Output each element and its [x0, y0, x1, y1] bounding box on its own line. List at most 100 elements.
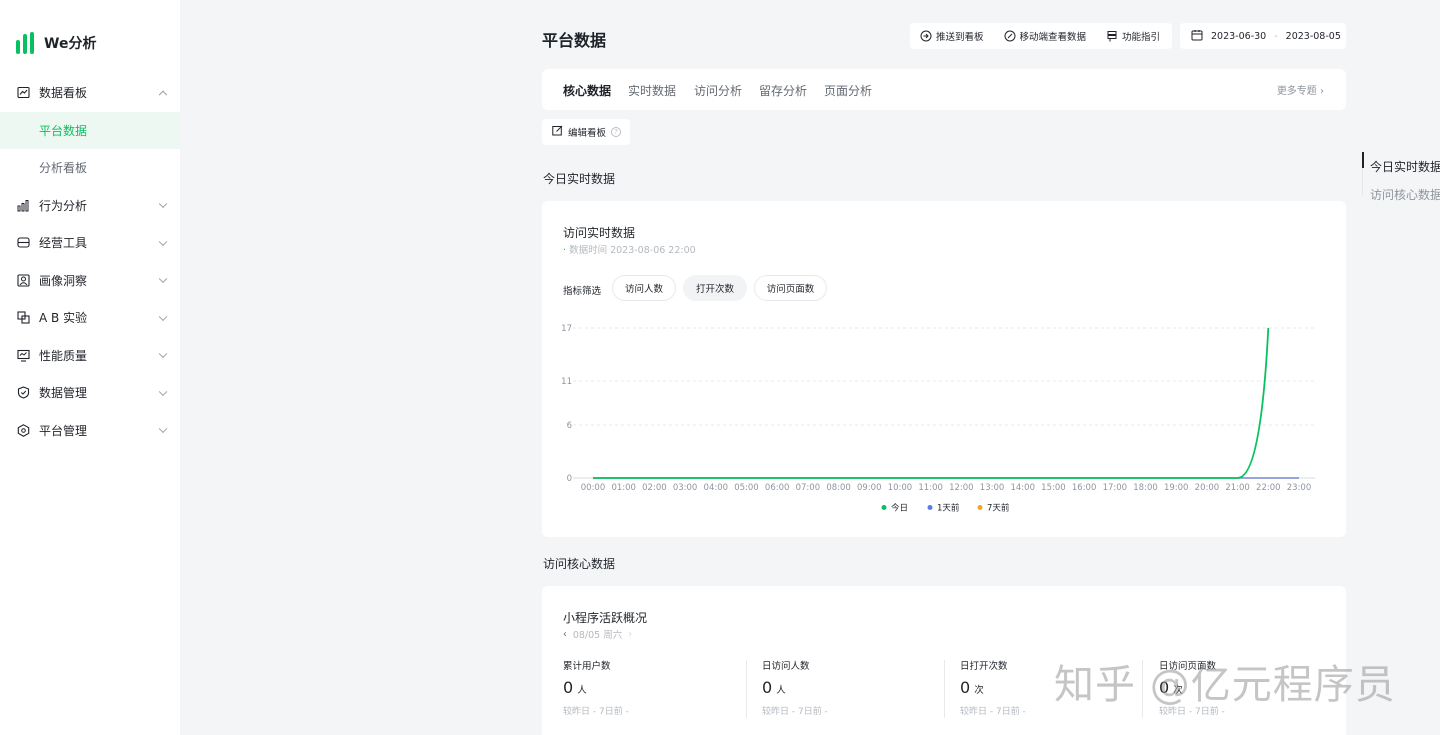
metric-total-users: 累计用户数 0人 较昨日 - 7日前 - [563, 658, 761, 718]
bar-chart-icon [16, 198, 30, 212]
sidebar-item-label: A B 实验 [39, 311, 88, 326]
core-section-title: 访问核心数据 [543, 557, 616, 571]
y-tick-label: 0 [567, 474, 572, 484]
feature-guide-button[interactable]: 功能指引 [1096, 29, 1170, 43]
core-card-title: 小程序活跃概况 [563, 611, 648, 625]
more-topics-label: 更多专题 [1276, 86, 1317, 97]
topic-tabs: 核心数据 实时数据 访问分析 留存分析 页面分析 更多专题 › [542, 69, 1346, 110]
sidebar: We分析 数据看板 平台数据 分析看板 行为分析 经营工具 画像洞察 A B 实… [0, 0, 180, 735]
sidebar-item-data-board[interactable]: 数据看板 [0, 74, 180, 112]
chevron-down-icon [158, 387, 168, 396]
date-range-start: 2023-06-30 [1211, 30, 1267, 42]
mobile-view-button[interactable]: 移动端查看数据 [994, 29, 1097, 43]
tab-visit-analysis[interactable]: 访问分析 [694, 82, 742, 99]
x-tick-label: 18:00 [1133, 483, 1158, 493]
chevron-down-icon [158, 237, 168, 246]
legend-marker [881, 505, 887, 510]
chevron-left-icon[interactable]: ‹ [563, 629, 567, 640]
x-tick-label: 20:00 [1195, 483, 1220, 493]
chevron-down-icon [158, 312, 168, 321]
chevron-down-icon [158, 424, 168, 434]
x-tick-label: 19:00 [1164, 483, 1189, 493]
realtime-section-title: 今日实时数据 [543, 172, 616, 186]
sidebar-subitem-analysis-board[interactable]: 分析看板 [0, 149, 180, 187]
sidebar-item-data-management[interactable]: 数据管理 [0, 374, 180, 412]
core-date-nav: ‹ 08/05 周六 › [563, 627, 632, 642]
mobile-view-icon [1004, 30, 1016, 42]
app-name: We分析 [44, 36, 97, 52]
x-tick-label: 00:00 [581, 483, 606, 493]
x-tick-label: 08:00 [826, 483, 851, 493]
tab-retention-analysis[interactable]: 留存分析 [759, 82, 807, 99]
edit-board-label: 编辑看板 [568, 128, 607, 139]
x-tick-label: 21:00 [1225, 483, 1250, 493]
x-tick-label: 06:00 [765, 483, 790, 493]
x-tick-label: 05:00 [734, 483, 759, 493]
sidebar-item-label: 平台管理 [39, 423, 88, 438]
app-logo[interactable]: We分析 [16, 32, 96, 54]
metric-label: 日访问人数 [762, 661, 810, 672]
metric-unit: 人 [577, 685, 587, 696]
sidebar-item-behavior-analysis[interactable]: 行为分析 [0, 187, 180, 225]
y-tick-label: 6 [567, 421, 572, 431]
monitor-icon [16, 348, 30, 362]
legend-marker [927, 505, 933, 510]
chevron-down-icon [158, 274, 168, 284]
edit-icon [552, 125, 563, 139]
chevron-right-icon: › [1320, 86, 1324, 97]
sidebar-item-platform-management[interactable]: 平台管理 [0, 412, 180, 450]
sidebar-item-label: 经营工具 [39, 236, 88, 251]
sidebar-item-label: 数据看板 [39, 86, 88, 101]
metric-unit: 次 [974, 685, 984, 696]
x-tick-label: 04:00 [704, 483, 729, 493]
calendar-icon [1191, 29, 1203, 44]
help-icon[interactable]: ? [611, 127, 622, 137]
watermark: 知乎 @亿元程序员 [1054, 662, 1396, 708]
metric-compare: 较昨日 - 7日前 - [960, 707, 1026, 717]
x-tick-label: 09:00 [857, 483, 882, 493]
sidebar-item-portrait-insight[interactable]: 画像洞察 [0, 262, 180, 300]
ab-test-icon [16, 311, 30, 325]
sidebar-subitem-platform-data[interactable]: 平台数据 [0, 111, 180, 149]
mobile-view-label: 移动端查看数据 [1019, 32, 1087, 43]
metric-value: 0人 [762, 678, 786, 697]
tab-page-analysis[interactable]: 页面分析 [824, 82, 872, 99]
sidebar-item-business-tools[interactable]: 经营工具 [0, 224, 180, 262]
sidebar-item-label: 数据管理 [39, 386, 88, 401]
shield-check-icon [16, 386, 30, 400]
more-topics-link[interactable]: 更多专题 › [1277, 82, 1324, 97]
x-tick-label: 22:00 [1256, 483, 1281, 493]
x-tick-label: 07:00 [796, 483, 821, 493]
core-date: 08/05 周六 [572, 630, 623, 641]
x-tick-label: 03:00 [673, 483, 698, 493]
tab-realtime-data[interactable]: 实时数据 [628, 82, 676, 99]
sidebar-item-label: 性能质量 [39, 348, 88, 363]
x-tick-label: 15:00 [1041, 483, 1066, 493]
tab-core-data[interactable]: 核心数据 [563, 82, 611, 99]
push-to-board-label: 推送到看板 [936, 32, 984, 43]
metric-daily-visitors: 日访问人数 0人 较昨日 - 7日前 - [762, 658, 960, 718]
anchor-realtime[interactable]: 今日实时数据 [1362, 152, 1440, 180]
x-tick-label: 10:00 [888, 483, 913, 493]
chevron-right-icon[interactable]: › [628, 629, 632, 640]
metric-compare: 较昨日 - 7日前 - [762, 707, 828, 717]
push-to-board-button[interactable]: 推送到看板 [910, 29, 994, 43]
card-icon [16, 236, 30, 250]
push-arrow-icon [920, 30, 932, 42]
sidebar-item-performance[interactable]: 性能质量 [0, 337, 180, 375]
x-tick-label: 14:00 [1010, 483, 1035, 493]
sidebar-item-ab-test[interactable]: A B 实验 [0, 299, 180, 337]
x-tick-label: 12:00 [949, 483, 974, 493]
metric-number: 0 [960, 678, 971, 697]
anchor-core[interactable]: 访问核心数据 [1362, 180, 1440, 208]
metric-number: 0 [563, 678, 574, 697]
date-range-picker[interactable]: 2023-06-30 - 2023-08-05 [1180, 23, 1346, 49]
page-title: 平台数据 [542, 31, 607, 50]
metric-label: 日打开次数 [960, 661, 1008, 672]
trend-board-icon [16, 86, 30, 100]
edit-board-button[interactable]: 编辑看板 ? [542, 119, 630, 145]
signpost-icon [1106, 30, 1118, 42]
feature-guide-label: 功能指引 [1122, 32, 1161, 43]
hexagon-settings-icon [16, 423, 30, 437]
series-line-今日 [593, 327, 1270, 479]
